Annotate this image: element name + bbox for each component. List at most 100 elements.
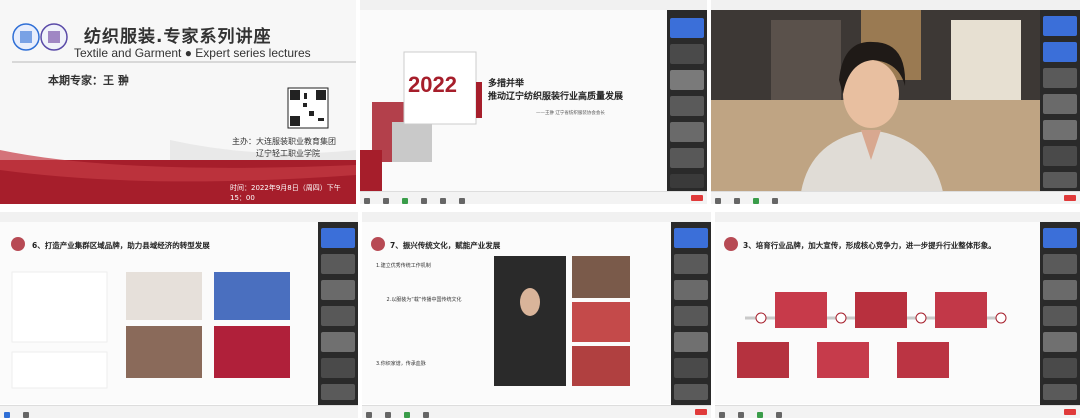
share-icon[interactable] <box>404 412 411 418</box>
record-icon[interactable] <box>459 198 466 204</box>
participants-panel <box>1040 10 1080 192</box>
slide-title-line-2: 推动辽宁纺织服装行业高质量发展 <box>488 92 624 102</box>
participant-tile[interactable] <box>1043 172 1077 188</box>
photo-group <box>572 256 630 298</box>
participant-tile[interactable] <box>321 306 355 326</box>
photo-ceremony <box>126 326 202 378</box>
share-icon[interactable] <box>402 198 409 204</box>
photo-2 <box>855 292 907 328</box>
meeting-toolbar <box>715 405 1080 418</box>
start-icon[interactable] <box>4 412 10 418</box>
meeting-window-cluster-slide: 6、打造产业集群区域品牌，助力县域经济的转型发展 <box>0 212 358 418</box>
taskbar <box>0 405 358 418</box>
participant-tile[interactable] <box>1043 94 1077 114</box>
participant-tile[interactable] <box>1043 358 1077 378</box>
organizer: 主办：大连服装职业教育集团 辽宁轻工职业学院 <box>232 136 336 160</box>
participant-tile[interactable] <box>321 254 355 274</box>
mic-icon[interactable] <box>719 412 725 418</box>
leave-button[interactable] <box>1064 409 1076 415</box>
participant-tile[interactable] <box>674 384 708 400</box>
slide-title: 7、振兴传统文化，赋能产业发展 <box>390 241 501 250</box>
photo-5 <box>817 342 869 378</box>
app-icon[interactable] <box>23 412 30 418</box>
photo-display <box>572 346 630 386</box>
participant-tile[interactable] <box>321 280 355 300</box>
speaker-video-window <box>711 0 1080 204</box>
camera-icon[interactable] <box>383 198 390 204</box>
organizer-line-2: 辽宁轻工职业学院 <box>256 149 320 158</box>
section-2: 2.以服装为“载”传播中国传统文化 <box>386 297 462 303</box>
participant-tile[interactable] <box>1043 68 1077 88</box>
slide-title: 6、打造产业集群区域品牌，助力县域经济的转型发展 <box>32 241 210 250</box>
meeting-toolbar <box>360 191 707 204</box>
participant-tile[interactable] <box>321 332 355 352</box>
participant-tile[interactable] <box>1043 16 1077 36</box>
participant-tile[interactable] <box>1043 384 1077 400</box>
participant-tile[interactable] <box>670 70 704 90</box>
camera-icon[interactable] <box>734 198 741 204</box>
participant-tile[interactable] <box>674 254 708 274</box>
share-icon[interactable] <box>757 412 764 418</box>
photo-3 <box>935 292 987 328</box>
camera-icon[interactable] <box>738 412 745 418</box>
mic-icon[interactable] <box>364 198 370 204</box>
participant-tile[interactable] <box>670 18 704 38</box>
slide-year: 2022 <box>408 72 457 97</box>
participant-tile[interactable] <box>670 44 704 64</box>
participant-tile[interactable] <box>1043 280 1077 300</box>
leave-button[interactable] <box>1064 195 1076 201</box>
participant-tile[interactable] <box>1043 146 1077 166</box>
photo-model <box>494 256 566 386</box>
participant-tile[interactable] <box>1043 228 1077 248</box>
chat-icon[interactable] <box>423 412 430 418</box>
participant-tile[interactable] <box>670 174 704 188</box>
participant-tile[interactable] <box>1043 42 1077 62</box>
participant-tile[interactable] <box>674 306 708 326</box>
participant-tile[interactable] <box>321 228 355 248</box>
participant-tile[interactable] <box>1043 254 1077 274</box>
participant-tile[interactable] <box>1043 332 1077 352</box>
meeting-toolbar <box>711 191 1080 204</box>
photo-6 <box>897 342 949 378</box>
share-icon[interactable] <box>753 198 760 204</box>
chat-icon[interactable] <box>440 198 447 204</box>
section-3: 3.你织家谱，传承血脉 <box>376 361 426 367</box>
expert-name: 本期专家：王 翀 <box>48 74 129 87</box>
meeting-window-culture-slide: 7、振兴传统文化，赋能产业发展 1.建立优秀传统工作机制 2.以服装为“载”传播… <box>362 212 711 418</box>
participant-tile[interactable] <box>321 384 355 400</box>
participants-icon[interactable] <box>421 198 428 204</box>
photo-exhibit <box>572 302 630 342</box>
participant-tile[interactable] <box>1043 120 1077 140</box>
chat-icon[interactable] <box>776 412 783 418</box>
participants-panel <box>667 10 707 192</box>
lecture-title: 纺织服装.专家系列讲座 <box>84 27 272 47</box>
participant-tile[interactable] <box>670 122 704 142</box>
slide-title-line-1: 多措并举 <box>488 79 525 89</box>
slide-presenter: ——王翀 辽宁省纺织服装协会会长 <box>536 111 605 116</box>
participant-tile[interactable] <box>674 280 708 300</box>
participant-tile[interactable] <box>674 332 708 352</box>
mic-icon[interactable] <box>366 412 372 418</box>
photo-event <box>214 326 290 378</box>
photo-1 <box>775 292 827 328</box>
slide-title: 3、培育行业品牌，加大宣传，形成核心竞争力，进一步提升行业整体形象。 <box>743 241 996 250</box>
section-1: 1.建立优秀传统工作机制 <box>376 263 431 269</box>
leave-button[interactable] <box>695 409 707 415</box>
participants-panel <box>1040 222 1080 406</box>
lecture-time: 时间：2022年9月8日（周四）下午15：00 <box>230 184 341 202</box>
organizer-line-1: 主办：大连服装职业教育集团 <box>232 137 336 146</box>
leave-button[interactable] <box>691 195 703 201</box>
mic-icon[interactable] <box>715 198 721 204</box>
participant-tile[interactable] <box>670 96 704 116</box>
participant-tile[interactable] <box>674 228 708 248</box>
photo-runway <box>126 272 202 320</box>
camera-icon[interactable] <box>385 412 392 418</box>
meeting-window-slide-2022: 2022 多措并举 推动辽宁纺织服装行业高质量发展 ——王翀 辽宁省纺织服装协会… <box>360 0 707 204</box>
chat-icon[interactable] <box>772 198 779 204</box>
participant-tile[interactable] <box>674 358 708 378</box>
meeting-window-brand-slide: 3、培育行业品牌，加大宣传，形成核心竞争力，进一步提升行业整体形象。 <box>715 212 1080 418</box>
participant-tile[interactable] <box>1043 306 1077 326</box>
lecture-title-slide: 纺织服装.专家系列讲座 Textile and Garment ● Expert… <box>0 0 356 204</box>
participant-tile[interactable] <box>321 358 355 378</box>
participant-tile[interactable] <box>670 148 704 168</box>
